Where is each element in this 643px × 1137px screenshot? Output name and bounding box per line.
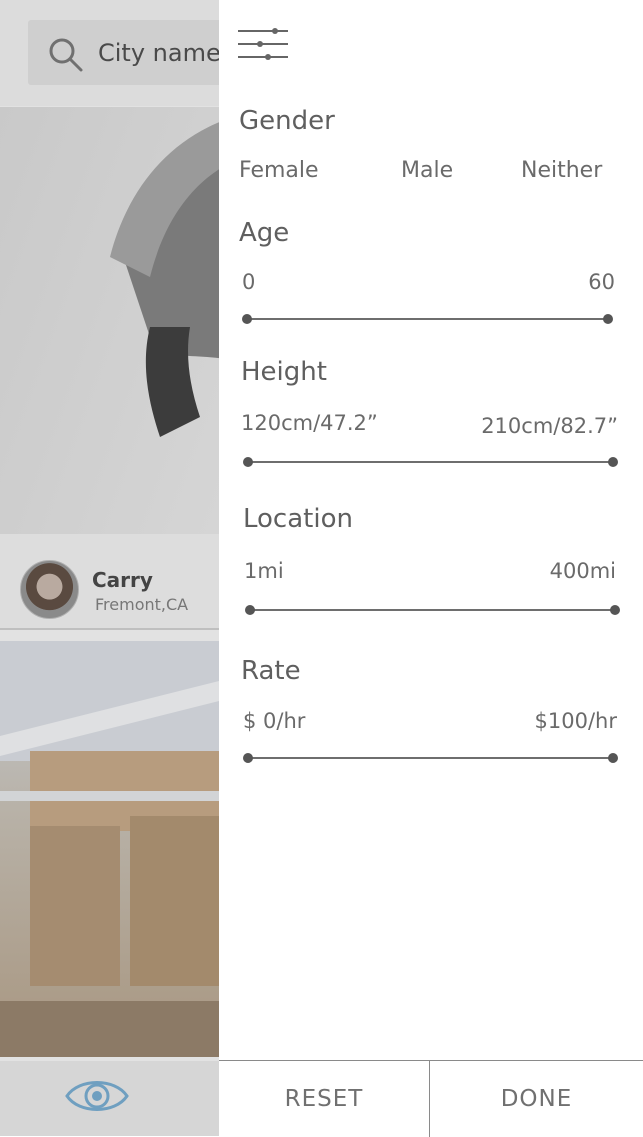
gender-option-neither[interactable]: Neither	[521, 158, 602, 183]
done-button[interactable]: DONE	[430, 1061, 643, 1137]
rate-slider-min-handle[interactable]	[243, 753, 253, 763]
filter-drawer: Gender Female Male Neither Age 0 60 Heig…	[219, 0, 643, 1137]
age-slider-min-handle[interactable]	[242, 314, 252, 324]
age-min-value: 0	[242, 270, 256, 294]
location-slider-max-handle[interactable]	[610, 605, 620, 615]
sliders-icon[interactable]	[238, 26, 290, 62]
height-title: Height	[241, 357, 327, 387]
rate-max-value: $100/hr	[534, 709, 617, 733]
rate-title: Rate	[241, 656, 301, 686]
location-max-value: 400mi	[549, 559, 616, 583]
rate-slider-max-handle[interactable]	[608, 753, 618, 763]
location-slider-track[interactable]	[250, 609, 615, 611]
rate-min-value: $ 0/hr	[243, 709, 306, 733]
profile-name: Carry	[92, 568, 153, 592]
age-slider-track[interactable]	[247, 318, 608, 320]
location-title: Location	[243, 504, 353, 534]
age-slider-max-handle[interactable]	[603, 314, 613, 324]
rate-slider-track[interactable]	[248, 757, 613, 759]
search-icon	[49, 38, 83, 72]
gender-option-male[interactable]: Male	[401, 158, 453, 183]
age-max-value: 60	[588, 270, 615, 294]
profile-location: Fremont,CA	[95, 595, 189, 614]
height-min-value: 120cm/47.2”	[241, 411, 378, 435]
avatar	[20, 560, 79, 619]
height-slider-max-handle[interactable]	[608, 457, 618, 467]
height-slider-min-handle[interactable]	[243, 457, 253, 467]
age-title: Age	[239, 218, 290, 248]
height-slider-track[interactable]	[248, 461, 613, 463]
gender-title: Gender	[239, 106, 335, 136]
location-min-value: 1mi	[244, 559, 284, 583]
drawer-footer: RESET DONE	[219, 1060, 643, 1137]
gender-option-female[interactable]: Female	[239, 158, 319, 183]
location-slider-min-handle[interactable]	[245, 605, 255, 615]
eye-icon[interactable]	[64, 1074, 130, 1118]
reset-button[interactable]: RESET	[219, 1061, 429, 1137]
height-max-value: 210cm/82.7”	[481, 414, 618, 438]
